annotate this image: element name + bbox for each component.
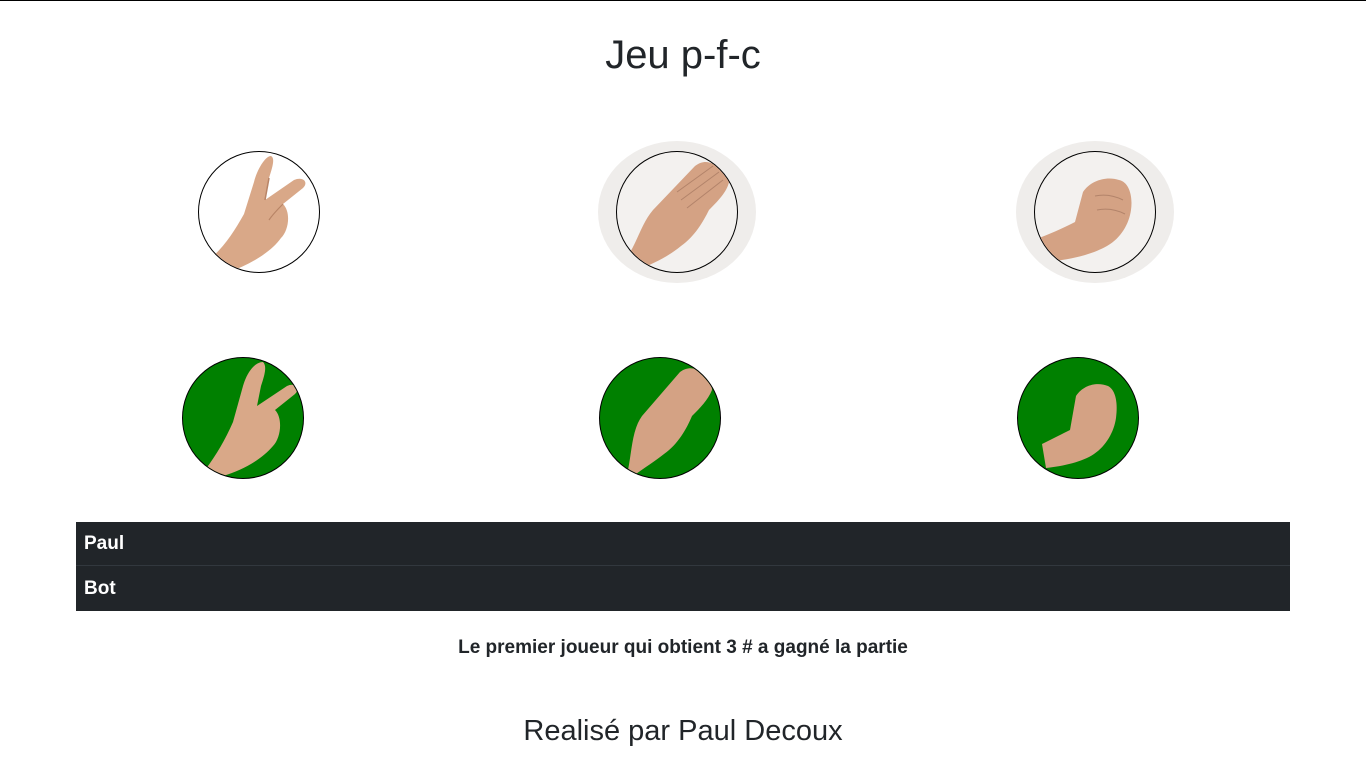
scoreboard-row-bot: Bot bbox=[76, 566, 1290, 611]
player-choice-scissors[interactable] bbox=[180, 141, 338, 283]
page-title: Jeu p-f-c bbox=[605, 33, 761, 77]
player-choices-row bbox=[0, 141, 1366, 283]
bot-choice-scissors bbox=[181, 356, 305, 480]
rule-text: Le premier joueur qui obtient 3 # a gagn… bbox=[458, 637, 908, 658]
bot-choice-paper bbox=[598, 356, 722, 480]
scissors-hand-icon bbox=[182, 357, 304, 479]
scoreboard-row-player: Paul bbox=[76, 522, 1290, 566]
rock-hand-icon[interactable] bbox=[1034, 151, 1156, 273]
bot-name: Bot bbox=[84, 577, 116, 599]
footer-credit: Realisé par Paul Decoux bbox=[523, 715, 843, 747]
page: Jeu p-f-c Paul Bot Le premier joueur qui… bbox=[0, 0, 1366, 768]
scoreboard-table: Paul Bot bbox=[76, 522, 1290, 611]
player-choice-paper[interactable] bbox=[598, 141, 756, 283]
bot-choice-rock bbox=[1016, 356, 1140, 480]
player-name: Paul bbox=[84, 532, 125, 554]
scissors-hand-icon[interactable] bbox=[198, 151, 320, 273]
paper-hand-icon[interactable] bbox=[616, 151, 738, 273]
player-choice-rock[interactable] bbox=[1016, 141, 1174, 283]
paper-hand-icon bbox=[599, 357, 721, 479]
rock-hand-icon bbox=[1017, 357, 1139, 479]
bot-choices-row bbox=[0, 356, 1366, 480]
